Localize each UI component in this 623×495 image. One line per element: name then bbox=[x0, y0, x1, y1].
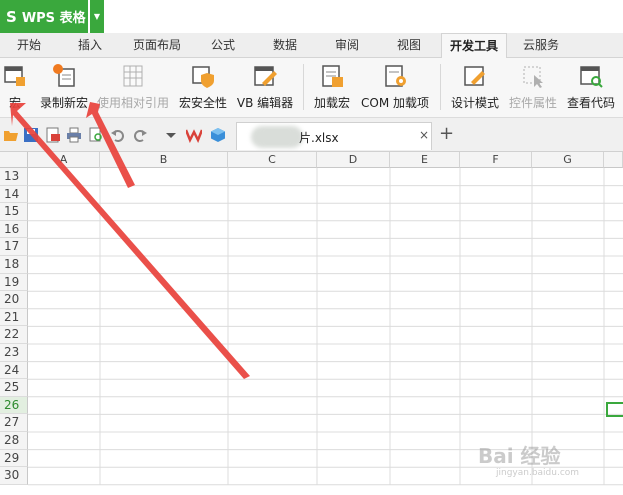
column-header-a[interactable]: A bbox=[28, 152, 100, 168]
column-header-f[interactable]: F bbox=[460, 152, 532, 168]
chevron-down-icon: ▼ bbox=[93, 12, 101, 21]
redo-icon[interactable] bbox=[132, 127, 148, 143]
com-addin-button[interactable]: COM 加载项 bbox=[358, 58, 432, 118]
add-tab-icon[interactable]: + bbox=[439, 123, 454, 144]
print-preview-icon[interactable] bbox=[88, 127, 104, 143]
tab-cloud-services[interactable]: 云服务 bbox=[514, 33, 568, 58]
design-mode-label: 设计模式 bbox=[450, 96, 499, 110]
wps-docs-icon[interactable] bbox=[184, 127, 204, 144]
design-mode-icon bbox=[462, 63, 488, 89]
record-macro-icon bbox=[51, 63, 77, 89]
save-icon[interactable] bbox=[23, 127, 39, 143]
design-mode-button[interactable]: 设计模式 bbox=[448, 58, 502, 118]
control-properties-button[interactable]: 控件属性 bbox=[507, 58, 559, 118]
row-header-23[interactable]: 23 bbox=[0, 344, 28, 362]
select-all-corner[interactable] bbox=[0, 152, 28, 168]
quick-access-toolbar: 片.xlsx × + bbox=[0, 118, 623, 152]
row-header-19[interactable]: 19 bbox=[0, 273, 28, 292]
row-header-14[interactable]: 14 bbox=[0, 185, 28, 204]
view-code-icon bbox=[578, 63, 604, 89]
cloud-cube-icon[interactable] bbox=[210, 127, 226, 143]
menu-tab-bar: 开始 插入 页面布局 公式 数据 审阅 视图 开发工具 云服务 bbox=[0, 33, 623, 59]
print-icon[interactable] bbox=[66, 127, 82, 143]
open-folder-icon[interactable] bbox=[3, 127, 19, 143]
tab-insert[interactable]: 插入 bbox=[64, 33, 116, 58]
macro-button[interactable]: 宏 bbox=[2, 58, 28, 118]
row-header-15[interactable]: 15 bbox=[0, 203, 28, 221]
row-header-16[interactable]: 16 bbox=[0, 220, 28, 239]
macro-security-label: 宏安全性 bbox=[178, 96, 227, 110]
record-macro-label: 录制新宏 bbox=[39, 96, 88, 110]
ribbon-separator bbox=[303, 64, 304, 110]
tab-developer[interactable]: 开发工具 bbox=[441, 33, 507, 59]
vb-editor-button[interactable]: VB 编辑器 bbox=[236, 58, 294, 118]
wps-app-menu-button[interactable]: S WPS 表格 bbox=[0, 0, 88, 33]
vb-editor-label: VB 编辑器 bbox=[236, 96, 294, 110]
tab-data[interactable]: 数据 bbox=[262, 33, 308, 58]
undo-icon[interactable] bbox=[110, 127, 126, 143]
column-header-d[interactable]: D bbox=[317, 152, 390, 168]
close-icon[interactable]: × bbox=[419, 128, 429, 142]
document-tab[interactable]: 片.xlsx × bbox=[236, 122, 432, 150]
redacted-filename bbox=[251, 126, 303, 148]
tab-review[interactable]: 审阅 bbox=[324, 33, 370, 58]
row-header-29[interactable]: 29 bbox=[0, 449, 28, 468]
macro-security-button[interactable]: 宏安全性 bbox=[178, 58, 228, 118]
load-macro-label: 加载宏 bbox=[313, 96, 350, 110]
relative-reference-button[interactable]: 使用相对引用 bbox=[96, 58, 170, 118]
developer-ribbon: 宏 录制新宏 使用相对引用 宏安全性 VB 编辑器 加载宏 COM 加载项 设计… bbox=[0, 58, 623, 118]
com-addin-icon bbox=[382, 63, 408, 89]
row-header-26[interactable]: 26 bbox=[0, 396, 28, 415]
com-addin-label: COM 加载项 bbox=[361, 96, 429, 110]
macro-security-icon bbox=[190, 63, 216, 89]
macro-window-icon bbox=[2, 63, 28, 89]
wps-logo-icon: S bbox=[6, 7, 17, 26]
load-macro-button[interactable]: 加载宏 bbox=[312, 58, 352, 118]
row-header-21[interactable]: 21 bbox=[0, 308, 28, 327]
control-properties-label: 控件属性 bbox=[508, 96, 557, 110]
macro-label: 宏 bbox=[8, 96, 21, 110]
relative-reference-label: 使用相对引用 bbox=[96, 96, 169, 110]
row-header-18[interactable]: 18 bbox=[0, 256, 28, 274]
row-header-28[interactable]: 28 bbox=[0, 432, 28, 450]
row-header-13[interactable]: 13 bbox=[0, 168, 28, 186]
ribbon-separator bbox=[440, 64, 441, 110]
control-properties-icon bbox=[520, 63, 546, 89]
column-header-c[interactable]: C bbox=[228, 152, 317, 168]
row-header-25[interactable]: 25 bbox=[0, 379, 28, 397]
active-cell[interactable] bbox=[606, 402, 623, 417]
row-header-22[interactable]: 22 bbox=[0, 326, 28, 344]
tab-view[interactable]: 视图 bbox=[386, 33, 432, 58]
view-code-button[interactable]: 查看代码 bbox=[564, 58, 618, 118]
record-macro-button[interactable]: 录制新宏 bbox=[38, 58, 90, 118]
row-header-20[interactable]: 20 bbox=[0, 291, 28, 309]
row-header-17[interactable]: 17 bbox=[0, 238, 28, 256]
tab-formulas[interactable]: 公式 bbox=[200, 33, 246, 58]
vb-editor-icon bbox=[252, 63, 278, 89]
customize-toolbar-icon[interactable] bbox=[163, 127, 179, 143]
row-header-24[interactable]: 24 bbox=[0, 361, 28, 380]
row-header-30[interactable]: 30 bbox=[0, 467, 28, 485]
row-header-27[interactable]: 27 bbox=[0, 414, 28, 432]
tab-home[interactable]: 开始 bbox=[4, 33, 54, 58]
column-header-h[interactable] bbox=[604, 152, 623, 168]
load-macro-icon bbox=[319, 63, 345, 89]
column-header-g[interactable]: G bbox=[532, 152, 604, 168]
export-pdf-icon[interactable] bbox=[45, 127, 61, 143]
app-title: WPS 表格 bbox=[21, 11, 86, 26]
relative-reference-icon bbox=[120, 63, 146, 89]
title-bar: S WPS 表格 ▼ bbox=[0, 0, 623, 33]
watermark-sub: jingyan.baidu.com bbox=[496, 468, 580, 478]
app-dropdown-button[interactable]: ▼ bbox=[90, 0, 104, 33]
watermark-main: Bai 经验 bbox=[478, 444, 561, 468]
watermark: Bai 经验 jingyan.baidu.com bbox=[478, 440, 618, 490]
view-code-label: 查看代码 bbox=[566, 96, 615, 110]
document-name: 片.xlsx bbox=[299, 131, 339, 145]
tab-page-layout[interactable]: 页面布局 bbox=[124, 33, 190, 58]
column-header-e[interactable]: E bbox=[390, 152, 460, 168]
column-header-b[interactable]: B bbox=[100, 152, 228, 168]
